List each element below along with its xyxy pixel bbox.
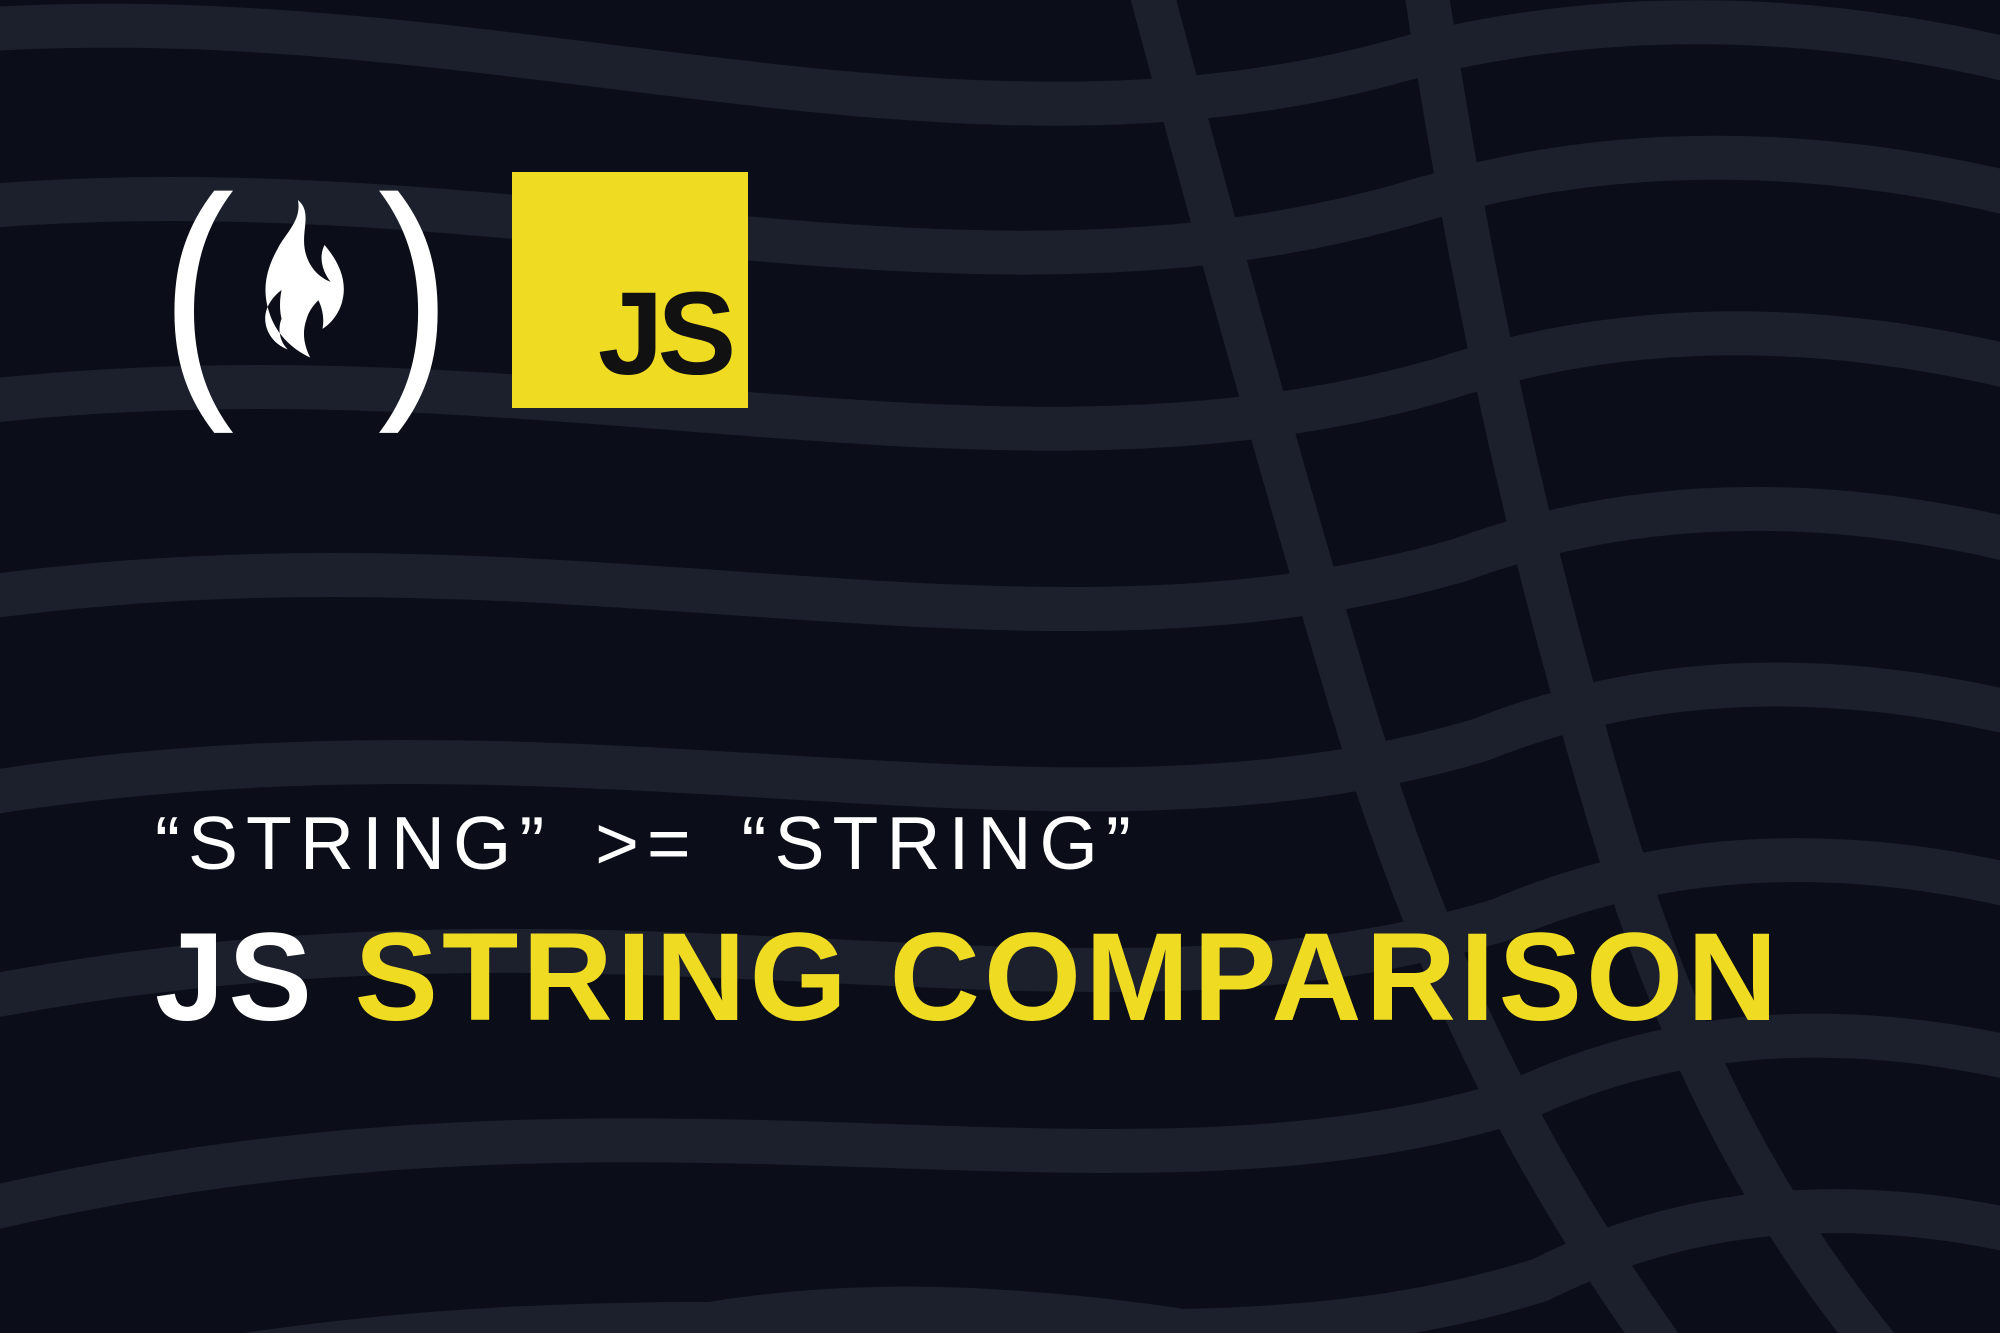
freecodecamp-logo: ( ) xyxy=(155,160,448,420)
title-part-string-comparison: STRING COMPARISON xyxy=(355,908,1782,1047)
flame-icon xyxy=(236,200,368,380)
logo-row: ( ) JS xyxy=(155,160,748,420)
title-text: JS STRING COMPARISON xyxy=(155,912,1781,1043)
paren-left: ( xyxy=(161,160,226,420)
javascript-badge-label: JS xyxy=(598,266,730,402)
paren-right: ) xyxy=(377,160,442,420)
promo-card: ( ) JS “STRING” >= “STRING” JS STRING CO… xyxy=(0,0,2000,1333)
title-part-js: JS xyxy=(155,908,355,1047)
subtitle-text: “STRING” >= “STRING” xyxy=(155,800,1781,886)
javascript-badge: JS xyxy=(512,172,748,408)
headline-block: “STRING” >= “STRING” JS STRING COMPARISO… xyxy=(155,800,1781,1043)
